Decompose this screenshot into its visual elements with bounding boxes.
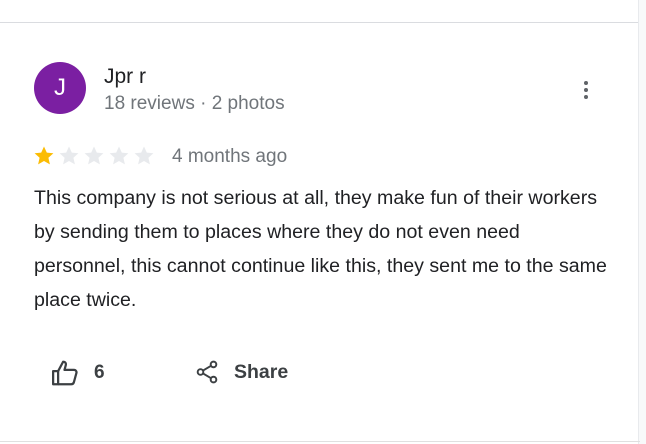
avatar-letter: J bbox=[54, 74, 66, 101]
like-button[interactable]: 6 bbox=[50, 358, 105, 388]
star-empty-icon bbox=[109, 146, 129, 165]
scrollbar-gutter[interactable] bbox=[639, 0, 646, 444]
star-empty-icon bbox=[84, 146, 104, 165]
star-empty-icon bbox=[134, 146, 154, 165]
reviewer-meta[interactable]: 18 reviews · 2 photos bbox=[104, 92, 285, 116]
share-label: Share bbox=[234, 360, 289, 383]
star-rating bbox=[32, 144, 156, 168]
more-vert-icon bbox=[584, 81, 588, 99]
top-divider bbox=[0, 22, 640, 23]
review-date: 4 months ago bbox=[172, 146, 288, 167]
bottom-divider bbox=[0, 441, 640, 442]
star-empty-icon bbox=[59, 146, 79, 165]
share-button[interactable]: Share bbox=[194, 358, 288, 386]
thumbs-up-icon bbox=[52, 360, 78, 386]
review-text: This company is not serious at all, they… bbox=[34, 187, 607, 311]
star-filled-icon bbox=[34, 146, 54, 165]
share-icon bbox=[196, 360, 218, 384]
like-count: 6 bbox=[94, 362, 105, 383]
more-options-button[interactable] bbox=[576, 78, 596, 102]
reviewer-name[interactable]: Jpr r bbox=[104, 64, 146, 90]
avatar[interactable]: J bbox=[34, 62, 86, 114]
